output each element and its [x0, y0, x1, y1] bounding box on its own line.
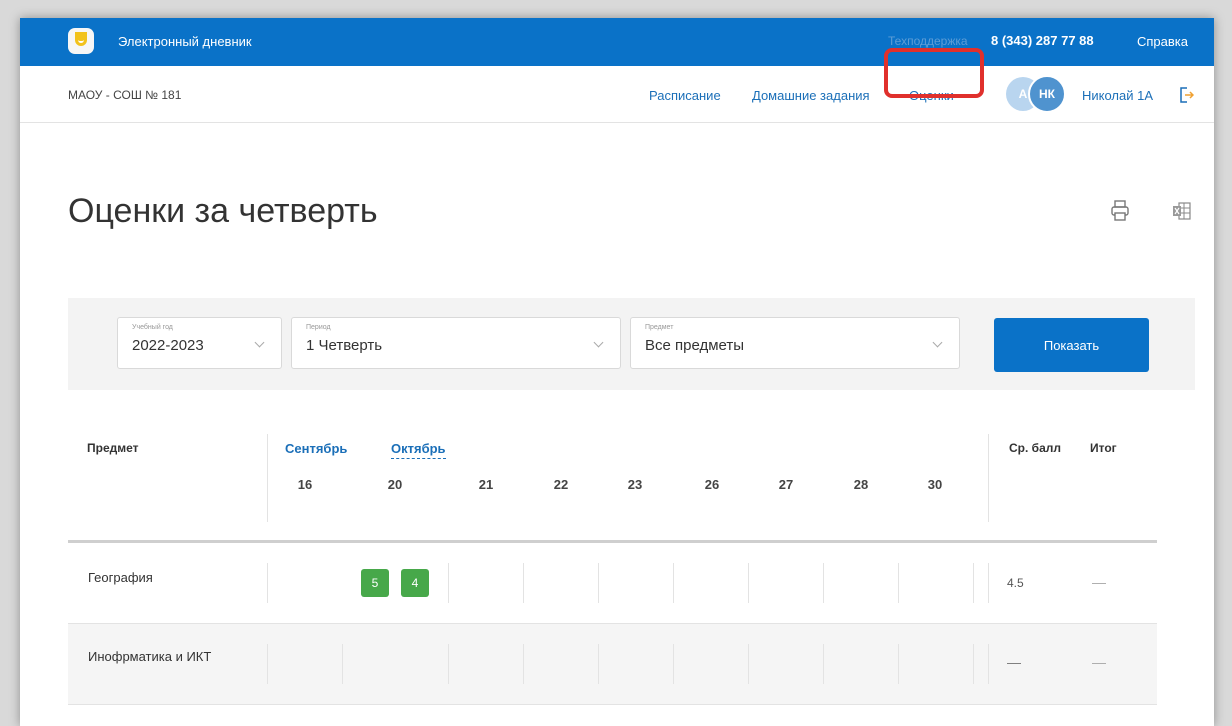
- date-header: 28: [853, 477, 869, 492]
- chevron-down-icon: [932, 337, 943, 348]
- row-avg: —: [1007, 654, 1021, 670]
- year-select-label: Учебный год: [132, 324, 173, 331]
- date-header: 21: [478, 477, 494, 492]
- row-subject: Инофрматика и ИКТ: [88, 649, 212, 664]
- row-final: —: [1092, 574, 1106, 590]
- nav-schedule[interactable]: Расписание: [649, 88, 721, 103]
- nav-homework[interactable]: Домашние задания: [752, 88, 870, 103]
- top-bar: Электронный дневник Техподдержка 8 (343)…: [20, 18, 1214, 66]
- column-header-avg: Ср. балл: [1009, 441, 1061, 455]
- period-select-value: 1 Четверть: [306, 337, 383, 354]
- date-header: 26: [704, 477, 720, 492]
- filter-panel: Учебный год 2022-2023 Период 1 Четверть …: [68, 298, 1195, 390]
- row-subject: География: [88, 570, 153, 585]
- nav-bar: МАОУ - СОШ № 181 Расписание Домашние зад…: [20, 66, 1214, 123]
- date-header: 23: [627, 477, 643, 492]
- month-september[interactable]: Сентябрь: [285, 441, 347, 456]
- help-link[interactable]: Справка: [1137, 34, 1188, 49]
- school-name: МАОУ - СОШ № 181: [68, 88, 182, 102]
- grade-badge[interactable]: 5: [361, 569, 389, 597]
- year-select[interactable]: Учебный год 2022-2023: [117, 317, 282, 369]
- row-avg: 4.5: [1007, 576, 1024, 590]
- chevron-down-icon: [593, 337, 604, 348]
- nav-grades-highlight: [884, 48, 984, 98]
- support-label: Техподдержка: [888, 34, 968, 48]
- chevron-down-icon: [254, 337, 265, 348]
- column-divider: [267, 434, 268, 522]
- app-window: Электронный дневник Техподдержка 8 (343)…: [20, 18, 1214, 726]
- app-logo-icon[interactable]: [68, 28, 94, 54]
- support-phone[interactable]: 8 (343) 287 77 88: [991, 33, 1094, 48]
- year-select-value: 2022-2023: [132, 337, 204, 354]
- excel-export-icon[interactable]: [1172, 201, 1192, 226]
- show-button[interactable]: Показать: [994, 318, 1149, 372]
- user-name[interactable]: Николай 1А: [1082, 88, 1153, 103]
- subject-select-value: Все предметы: [645, 337, 745, 354]
- page-title: Оценки за четверть: [68, 192, 378, 230]
- grade-badge[interactable]: 4: [401, 569, 429, 597]
- date-header: 27: [778, 477, 794, 492]
- row-final: —: [1092, 654, 1106, 670]
- date-header: 30: [927, 477, 943, 492]
- period-select-label: Период: [306, 324, 331, 331]
- column-divider: [988, 434, 989, 522]
- period-select[interactable]: Период 1 Четверть: [291, 317, 621, 369]
- table-row: Инофрматика и ИКТ — —: [68, 624, 1157, 705]
- date-header: 20: [387, 477, 403, 492]
- column-header-final: Итог: [1090, 441, 1117, 455]
- subject-select-label: Предмет: [645, 324, 674, 331]
- print-icon[interactable]: [1110, 200, 1130, 227]
- date-header: 22: [553, 477, 569, 492]
- avatar[interactable]: НК: [1028, 75, 1066, 113]
- logout-icon[interactable]: [1178, 86, 1195, 109]
- app-title: Электронный дневник: [118, 34, 252, 49]
- subject-select[interactable]: Предмет Все предметы: [630, 317, 960, 369]
- date-header: 16: [297, 477, 313, 492]
- table-row: География 5 4 4.5 —: [68, 543, 1157, 624]
- column-header-subject: Предмет: [87, 441, 139, 455]
- month-october[interactable]: Октябрь: [391, 441, 446, 459]
